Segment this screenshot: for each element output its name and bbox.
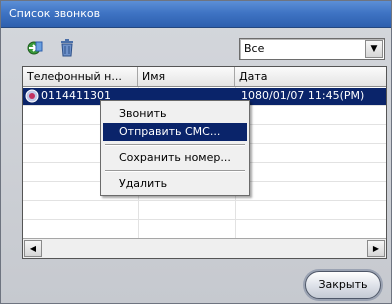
menu-item-call[interactable]: Звонить — [103, 105, 247, 123]
column-header-phone[interactable]: Телефонный н... — [23, 67, 138, 86]
menu-item-delete[interactable]: Удалить — [103, 175, 247, 193]
column-header-name[interactable]: Имя — [138, 67, 235, 86]
title-bar: Список звонков — [1, 1, 391, 28]
menu-item-save-number[interactable]: Сохранить номер... — [103, 149, 247, 167]
row-divider — [23, 200, 386, 201]
menu-separator — [105, 170, 245, 172]
chevron-down-icon[interactable]: ▼ — [365, 40, 383, 58]
horizontal-scrollbar[interactable]: ◀ ▶ — [23, 238, 386, 258]
scroll-right-icon[interactable]: ▶ — [367, 240, 385, 257]
column-header-date[interactable]: Дата — [235, 67, 386, 86]
call-list-window: Список звонков Все ▼ Телефонный н... Имя… — [0, 0, 392, 304]
call-globe-icon — [25, 89, 39, 103]
context-menu: Звонить Отправить СМС... Сохранить номер… — [100, 100, 250, 196]
close-button[interactable]: Закрыть — [305, 271, 381, 299]
table-header: Телефонный н... Имя Дата — [23, 67, 386, 87]
window-title: Список звонков — [9, 7, 101, 20]
row-divider — [23, 219, 386, 220]
filter-value: Все — [244, 42, 265, 55]
import-contact-icon[interactable] — [23, 37, 45, 59]
trash-icon[interactable] — [56, 37, 78, 59]
menu-separator — [105, 144, 245, 146]
cell-date: 1080/01/07 11:45(PM) — [241, 89, 365, 102]
menu-item-send-sms[interactable]: Отправить СМС... — [103, 123, 247, 141]
filter-dropdown[interactable]: Все ▼ — [239, 38, 385, 60]
scroll-left-icon[interactable]: ◀ — [24, 240, 42, 257]
